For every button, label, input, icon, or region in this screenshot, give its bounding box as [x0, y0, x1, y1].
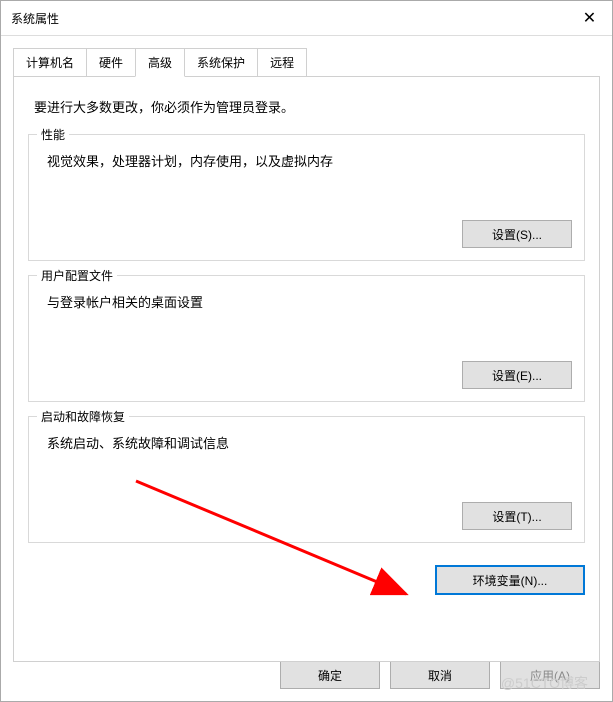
performance-legend: 性能	[37, 126, 69, 143]
tab-strip: 计算机名 硬件 高级 系统保护 远程	[13, 48, 600, 76]
tab-system-protection[interactable]: 系统保护	[184, 48, 258, 76]
performance-groupbox: 性能 视觉效果，处理器计划，内存使用，以及虚拟内存 设置(S)...	[28, 134, 585, 261]
admin-intro-text: 要进行大多数更改，你必须作为管理员登录。	[28, 97, 585, 116]
close-icon: ✕	[583, 8, 596, 28]
ok-button[interactable]: 确定	[280, 661, 380, 689]
tab-hardware[interactable]: 硬件	[86, 48, 136, 76]
tab-advanced[interactable]: 高级	[135, 48, 185, 77]
user-profiles-legend: 用户配置文件	[37, 267, 117, 284]
startup-recovery-desc: 系统启动、系统故障和调试信息	[41, 433, 572, 452]
performance-desc: 视觉效果，处理器计划，内存使用，以及虚拟内存	[41, 151, 572, 170]
environment-variables-button[interactable]: 环境变量(N)...	[435, 565, 585, 595]
titlebar: 系统属性 ✕	[1, 1, 612, 36]
content-area: 计算机名 硬件 高级 系统保护 远程 要进行大多数更改，你必须作为管理员登录。 …	[1, 36, 612, 662]
startup-recovery-groupbox: 启动和故障恢复 系统启动、系统故障和调试信息 设置(T)...	[28, 416, 585, 543]
dialog-button-row: 确定 取消 应用(A)	[280, 661, 600, 689]
close-button[interactable]: ✕	[567, 1, 612, 36]
user-profiles-desc: 与登录帐户相关的桌面设置	[41, 292, 572, 311]
advanced-tab-panel: 要进行大多数更改，你必须作为管理员登录。 性能 视觉效果，处理器计划，内存使用，…	[13, 76, 600, 662]
apply-button[interactable]: 应用(A)	[500, 661, 600, 689]
startup-recovery-legend: 启动和故障恢复	[37, 408, 129, 425]
tab-computer-name[interactable]: 计算机名	[13, 48, 87, 76]
user-profiles-settings-button[interactable]: 设置(E)...	[462, 361, 572, 389]
window-title: 系统属性	[11, 10, 59, 27]
user-profiles-groupbox: 用户配置文件 与登录帐户相关的桌面设置 设置(E)...	[28, 275, 585, 402]
tab-remote[interactable]: 远程	[257, 48, 307, 76]
startup-recovery-settings-button[interactable]: 设置(T)...	[462, 502, 572, 530]
performance-settings-button[interactable]: 设置(S)...	[462, 220, 572, 248]
cancel-button[interactable]: 取消	[390, 661, 490, 689]
system-properties-window: 系统属性 ✕ 计算机名 硬件 高级 系统保护 远程 要进行大多数更改，你必须作为…	[0, 0, 613, 702]
